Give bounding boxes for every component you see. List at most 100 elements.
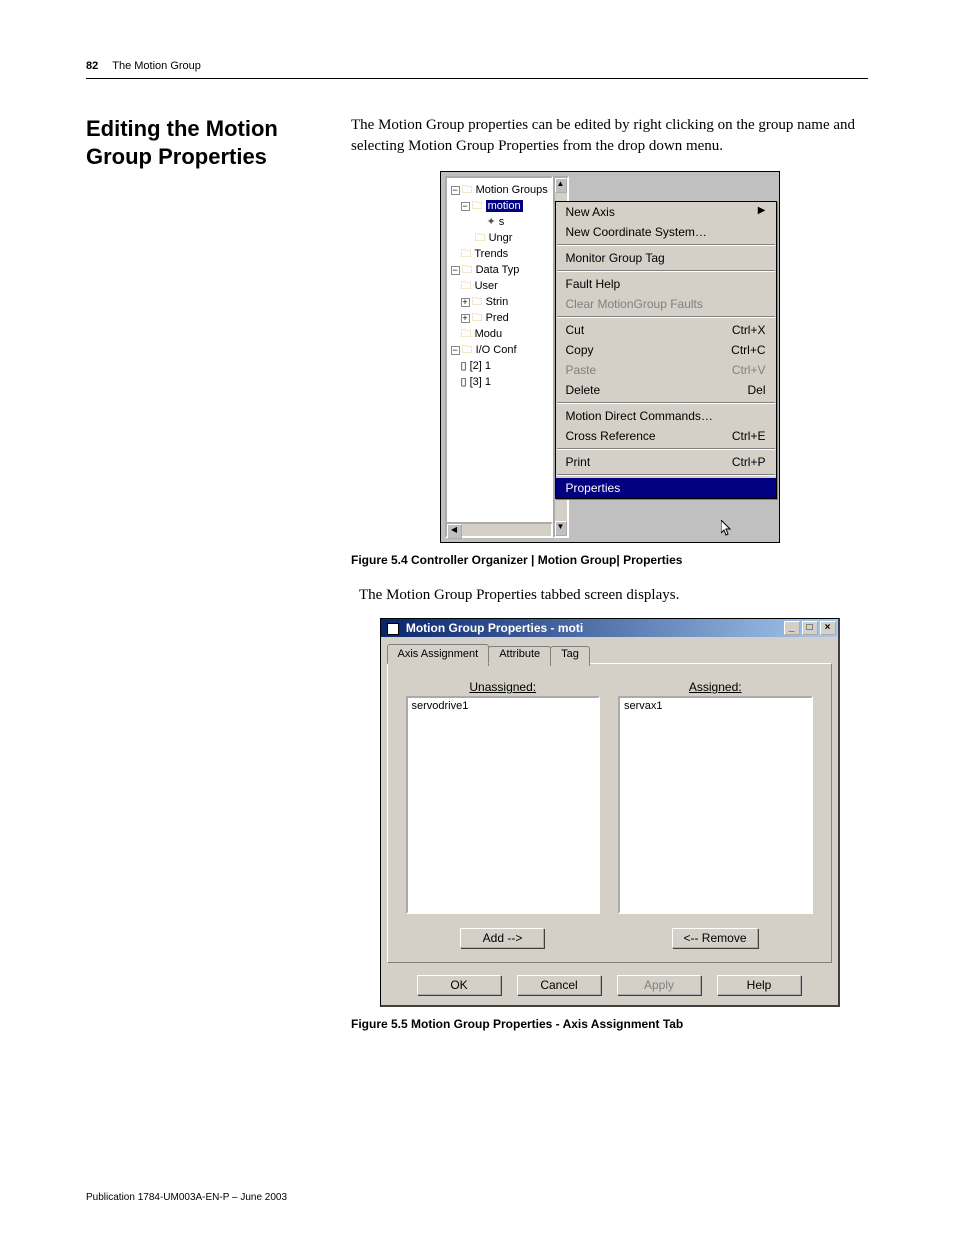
menu-item[interactable]: Copy Ctrl+C [556,340,776,360]
tree-pane[interactable]: −🗀 Motion Groups −🗀 motion ✦ s 🗀 Ungr 🗀 … [445,176,553,538]
module-icon: ▯ [461,360,467,372]
folder-icon: 🗀 [461,328,472,340]
expand-icon[interactable]: − [461,202,470,211]
figure-caption: Figure 5.5 Motion Group Properties - Axi… [351,1017,868,1031]
tree-item[interactable]: Modu [475,328,503,340]
tree-item[interactable]: Trends [474,248,508,260]
horizontal-scrollbar[interactable]: ◀ [445,522,553,538]
tab-axis-assignment[interactable]: Axis Assignment [387,644,490,664]
scroll-left-icon[interactable]: ◀ [447,524,462,539]
maximize-icon[interactable]: □ [802,621,818,635]
menu-item[interactable]: Motion Direct Commands… [556,406,776,426]
menu-item-label: Paste [566,363,597,377]
menu-item[interactable]: Cut Ctrl+X [556,320,776,340]
tree-item[interactable]: Strin [486,296,509,308]
apply-button[interactable]: Apply [617,975,701,995]
expand-icon[interactable]: + [461,298,470,307]
tree-item[interactable]: Data Typ [476,264,520,276]
header-rule [86,78,868,79]
folder-icon: 🗀 [472,200,483,212]
tree-item[interactable]: Ungr [489,232,513,244]
menu-item-label: Motion Direct Commands… [566,409,713,423]
tab-row: Axis Assignment Attribute Tag [381,637,838,663]
expand-icon[interactable]: − [451,346,460,355]
menu-shortcut: Ctrl+E [732,429,766,443]
scroll-down-icon[interactable]: ▼ [555,521,567,536]
tree-item[interactable]: Pred [486,312,509,324]
minimize-icon[interactable]: _ [784,621,800,635]
menu-separator [557,402,775,404]
menu-item-label: Print [566,455,591,469]
dialog-titlebar[interactable]: Motion Group Properties - moti _ □ × [381,619,838,637]
menu-item: PasteCtrl+V [556,360,776,380]
figure-dialog: Motion Group Properties - moti _ □ × Axi… [380,618,840,1007]
menu-item-label: Delete [566,383,601,397]
section-heading: Editing the Motion Group Properties [86,115,321,170]
tree-item-selected[interactable]: motion [486,200,523,212]
menu-item[interactable]: PrintCtrl+P [556,452,776,472]
menu-item-label: Cut [566,323,585,337]
folder-icon: 🗀 [462,344,473,356]
menu-separator [557,270,775,272]
remove-button[interactable]: <-- Remove [672,928,757,948]
assigned-list[interactable]: servax1 [618,696,813,914]
folder-icon: 🗀 [462,264,473,276]
tree-item[interactable]: User [475,280,498,292]
page-number: 82 [86,60,98,72]
list-item[interactable]: servax1 [624,700,807,712]
list-item[interactable]: servodrive1 [412,700,595,712]
menu-item-label: Fault Help [566,277,621,291]
menu-item: Clear MotionGroup Faults [556,294,776,314]
publication-footer: Publication 1784-UM003A-EN-P – June 2003 [86,1192,287,1203]
tree-item[interactable]: I/O Conf [476,344,517,356]
tree-item[interactable]: Motion Groups [476,184,548,196]
folder-icon: 🗀 [472,312,483,324]
menu-item[interactable]: Properties [556,478,776,498]
tree-item[interactable]: [3] 1 [470,376,491,388]
tab-attribute[interactable]: Attribute [488,646,551,666]
scroll-up-icon[interactable]: ▲ [555,178,567,193]
menu-item-label: New Coordinate System… [566,225,707,239]
menu-item-label: Monitor Group Tag [566,251,665,265]
cancel-button[interactable]: Cancel [517,975,601,995]
tab-panel: Unassigned: servodrive1 Assigned: servax… [387,663,832,963]
tree-item[interactable]: [2] 1 [470,360,491,372]
expand-icon[interactable]: − [451,266,460,275]
folder-icon: 🗀 [461,248,472,260]
menu-item[interactable]: Cross Reference Ctrl+E [556,426,776,446]
expand-icon[interactable]: + [461,314,470,323]
menu-item-label: New Axis [566,205,615,219]
close-icon[interactable]: × [820,621,836,635]
figure-caption: Figure 5.4 Controller Organizer | Motion… [351,553,868,567]
menu-item-label: Cross Reference [566,429,656,443]
menu-item[interactable]: New Coordinate System… [556,222,776,242]
menu-item[interactable]: Monitor Group Tag [556,248,776,268]
menu-separator [557,448,775,450]
help-button[interactable]: Help [717,975,801,995]
ok-button[interactable]: OK [417,975,501,995]
folder-icon: 🗀 [475,232,486,244]
menu-separator [557,316,775,318]
page-header: 82 The Motion Group [86,60,868,72]
tab-tag[interactable]: Tag [550,646,590,666]
tree-item[interactable]: s [499,216,505,228]
intro-paragraph: The Motion Group properties can be edite… [351,115,868,157]
axis-icon: ✦ [487,216,496,228]
menu-item-label: Properties [566,481,621,495]
mid-paragraph: The Motion Group Properties tabbed scree… [359,585,868,606]
menu-shortcut: Ctrl+X [732,323,766,337]
menu-item[interactable]: DeleteDel [556,380,776,400]
module-icon: ▯ [461,376,467,388]
menu-separator [557,474,775,476]
unassigned-list[interactable]: servodrive1 [406,696,601,914]
menu-item-label: Copy [566,343,594,357]
add-button[interactable]: Add --> [460,928,544,948]
expand-icon[interactable]: − [451,186,460,195]
folder-icon: 🗀 [461,280,472,292]
dialog-title: Motion Group Properties - moti [406,621,583,635]
folder-icon: 🗀 [462,184,473,196]
assigned-label: Assigned: [618,680,813,694]
menu-item[interactable]: Fault Help [556,274,776,294]
menu-shortcut: Ctrl+C [731,343,765,357]
menu-item[interactable]: New Axis▶ [556,202,776,222]
